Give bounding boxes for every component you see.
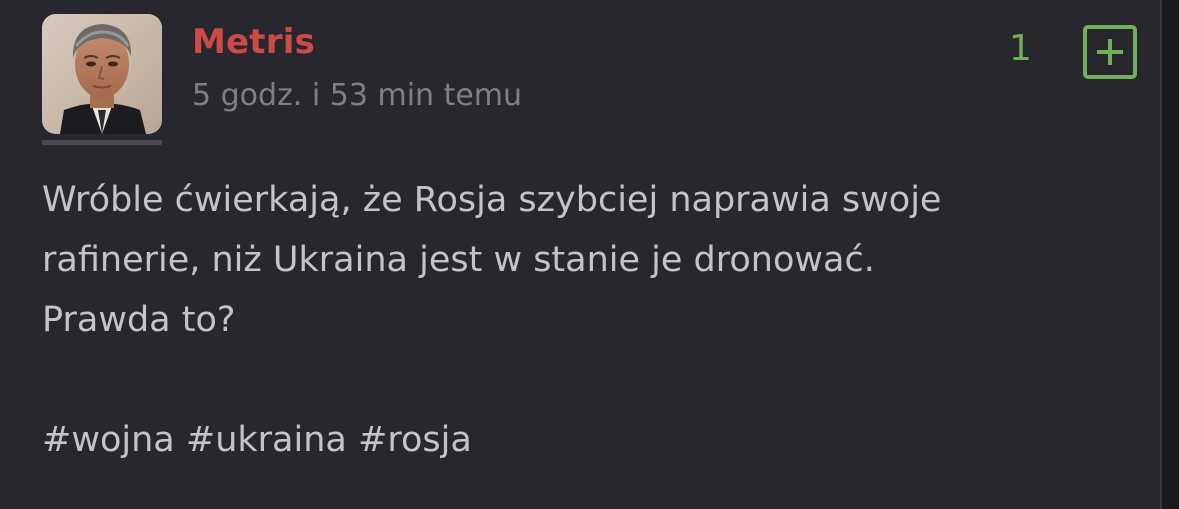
avatar[interactable] — [42, 14, 162, 134]
post-body: Wróble ćwierkają, że Rosja szybciej napr… — [42, 170, 1132, 350]
plus-square-icon — [1097, 39, 1123, 65]
tag-link[interactable]: #wojna — [42, 420, 175, 460]
post-text-line: Prawda to? — [42, 300, 236, 340]
post-timestamp: 5 godz. i 53 min temu — [192, 78, 523, 113]
vote-count: 1 — [1009, 28, 1032, 69]
author-name[interactable]: Metris — [192, 22, 315, 62]
upvote-button[interactable] — [1083, 25, 1137, 79]
tag-link[interactable]: #rosja — [358, 420, 472, 460]
post-text-line: rafinerie, niż Ukraina jest w stanie je … — [42, 240, 875, 280]
tag-list: #wojna #ukraina #rosja — [42, 410, 472, 470]
avatar-underline — [42, 140, 162, 145]
avatar-image — [42, 14, 162, 134]
entry-card: Metris 5 godz. i 53 min temu 1 Wróble ćw… — [0, 0, 1162, 509]
tag-link[interactable]: #ukraina — [186, 420, 347, 460]
post-text-line: Wróble ćwierkają, że Rosja szybciej napr… — [42, 180, 942, 220]
